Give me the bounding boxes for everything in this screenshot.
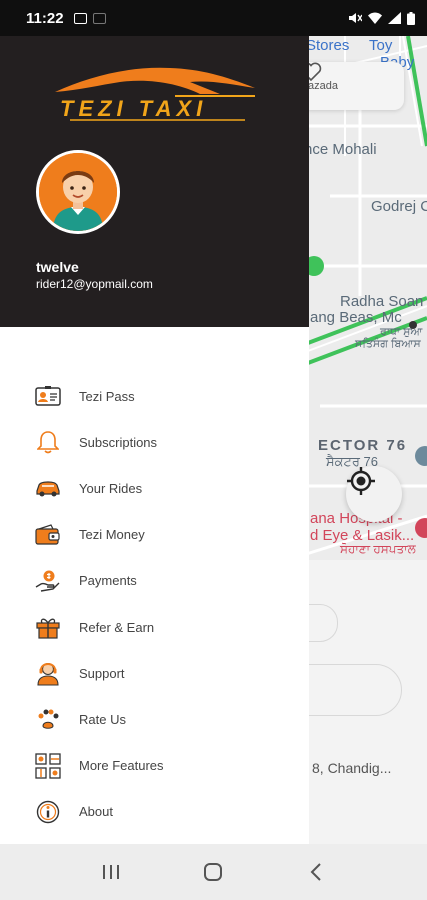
menu-item-support[interactable]: Support <box>0 650 309 696</box>
map-label: Godrej C <box>371 198 427 215</box>
back-icon <box>310 863 321 881</box>
rate-paw-icon <box>35 706 61 732</box>
map-label: Toy <box>369 37 393 54</box>
gift-icon <box>35 614 61 640</box>
user-avatar-icon <box>39 153 117 231</box>
support-agent-icon <box>35 660 61 686</box>
sheet-address: 8, Chandig... <box>312 760 392 776</box>
features-grid-icon <box>35 752 61 779</box>
menu-label: More Features <box>79 758 164 774</box>
battery-icon <box>407 11 415 25</box>
id-card-icon <box>35 383 61 409</box>
menu-label: Tezi Money <box>79 527 145 543</box>
system-nav-bar <box>0 844 427 900</box>
map-label: Radha Soan <box>340 293 424 310</box>
menu-item-payments[interactable]: Payments <box>0 558 309 604</box>
signal-icon <box>388 12 401 24</box>
wallet-icon <box>35 522 61 548</box>
map-label: Stores <box>306 37 350 54</box>
back-button[interactable] <box>296 852 336 892</box>
info-icon <box>35 799 61 825</box>
home-icon <box>204 863 223 881</box>
my-location-button[interactable] <box>346 466 402 522</box>
recents-button[interactable] <box>91 852 131 892</box>
map-label: ECTOR 76 <box>318 437 408 454</box>
app-notification-icon <box>92 12 106 24</box>
map-label: nce Mohali <box>304 141 377 158</box>
menu-item-subscriptions[interactable]: Subscriptions <box>0 419 309 465</box>
menu-label: Tezi Pass <box>79 388 135 404</box>
avatar[interactable] <box>36 150 120 234</box>
user-email: rider12@yopmail.com <box>36 277 153 291</box>
menu-label: Your Rides <box>79 480 143 496</box>
home-button[interactable] <box>193 852 233 892</box>
menu-label: About <box>79 804 113 820</box>
menu-item-rate-us[interactable]: Rate Us <box>0 696 309 742</box>
menu-item-your-rides[interactable]: Your Rides <box>0 465 309 511</box>
menu-item-more-features[interactable]: More Features <box>0 743 309 789</box>
car-icon <box>35 475 61 501</box>
payment-hand-icon <box>35 568 61 594</box>
status-time: 11:22 <box>26 9 64 27</box>
menu-item-tezi-money[interactable]: Tezi Money <box>0 512 309 558</box>
map-label: ਸਤਿਸੰਗ ਬਿਆਸ <box>355 338 421 350</box>
menu-label: Rate Us <box>79 711 126 727</box>
status-bar: 11:22 <box>0 0 427 36</box>
mute-icon <box>349 13 362 23</box>
crosshair-icon <box>347 467 375 495</box>
map-label: ਸੋਹਾਣਾ ਹਸਪਤਾਲ <box>340 542 416 556</box>
menu-item-tezi-pass[interactable]: Tezi Pass <box>0 373 309 419</box>
drawer-header: TEZI TAXI twelve rider12@yopmail.com <box>0 36 309 327</box>
menu-label: Subscriptions <box>79 434 158 450</box>
menu-label: Payments <box>79 573 137 589</box>
navigation-drawer: TEZI TAXI twelve rider12@yopmail.com Tez… <box>0 36 309 844</box>
map-label: ang Beas, Mc <box>310 309 402 326</box>
menu-label: Support <box>79 665 125 681</box>
menu-item-refer-earn[interactable]: Refer & Earn <box>0 604 309 650</box>
recents-icon <box>103 865 120 879</box>
map-search-card[interactable]: azada <box>300 62 404 110</box>
user-name: twelve <box>36 259 79 275</box>
bell-icon <box>35 429 61 455</box>
gallery-notification-icon <box>73 12 87 24</box>
brand-name: TEZI TAXI <box>60 96 208 121</box>
menu-label: Refer & Earn <box>79 619 155 635</box>
wifi-icon <box>368 12 382 24</box>
menu-item-about[interactable]: About <box>0 789 309 835</box>
drawer-menu: Tezi Pass Subscriptions Your Rides Tezi … <box>0 373 309 835</box>
